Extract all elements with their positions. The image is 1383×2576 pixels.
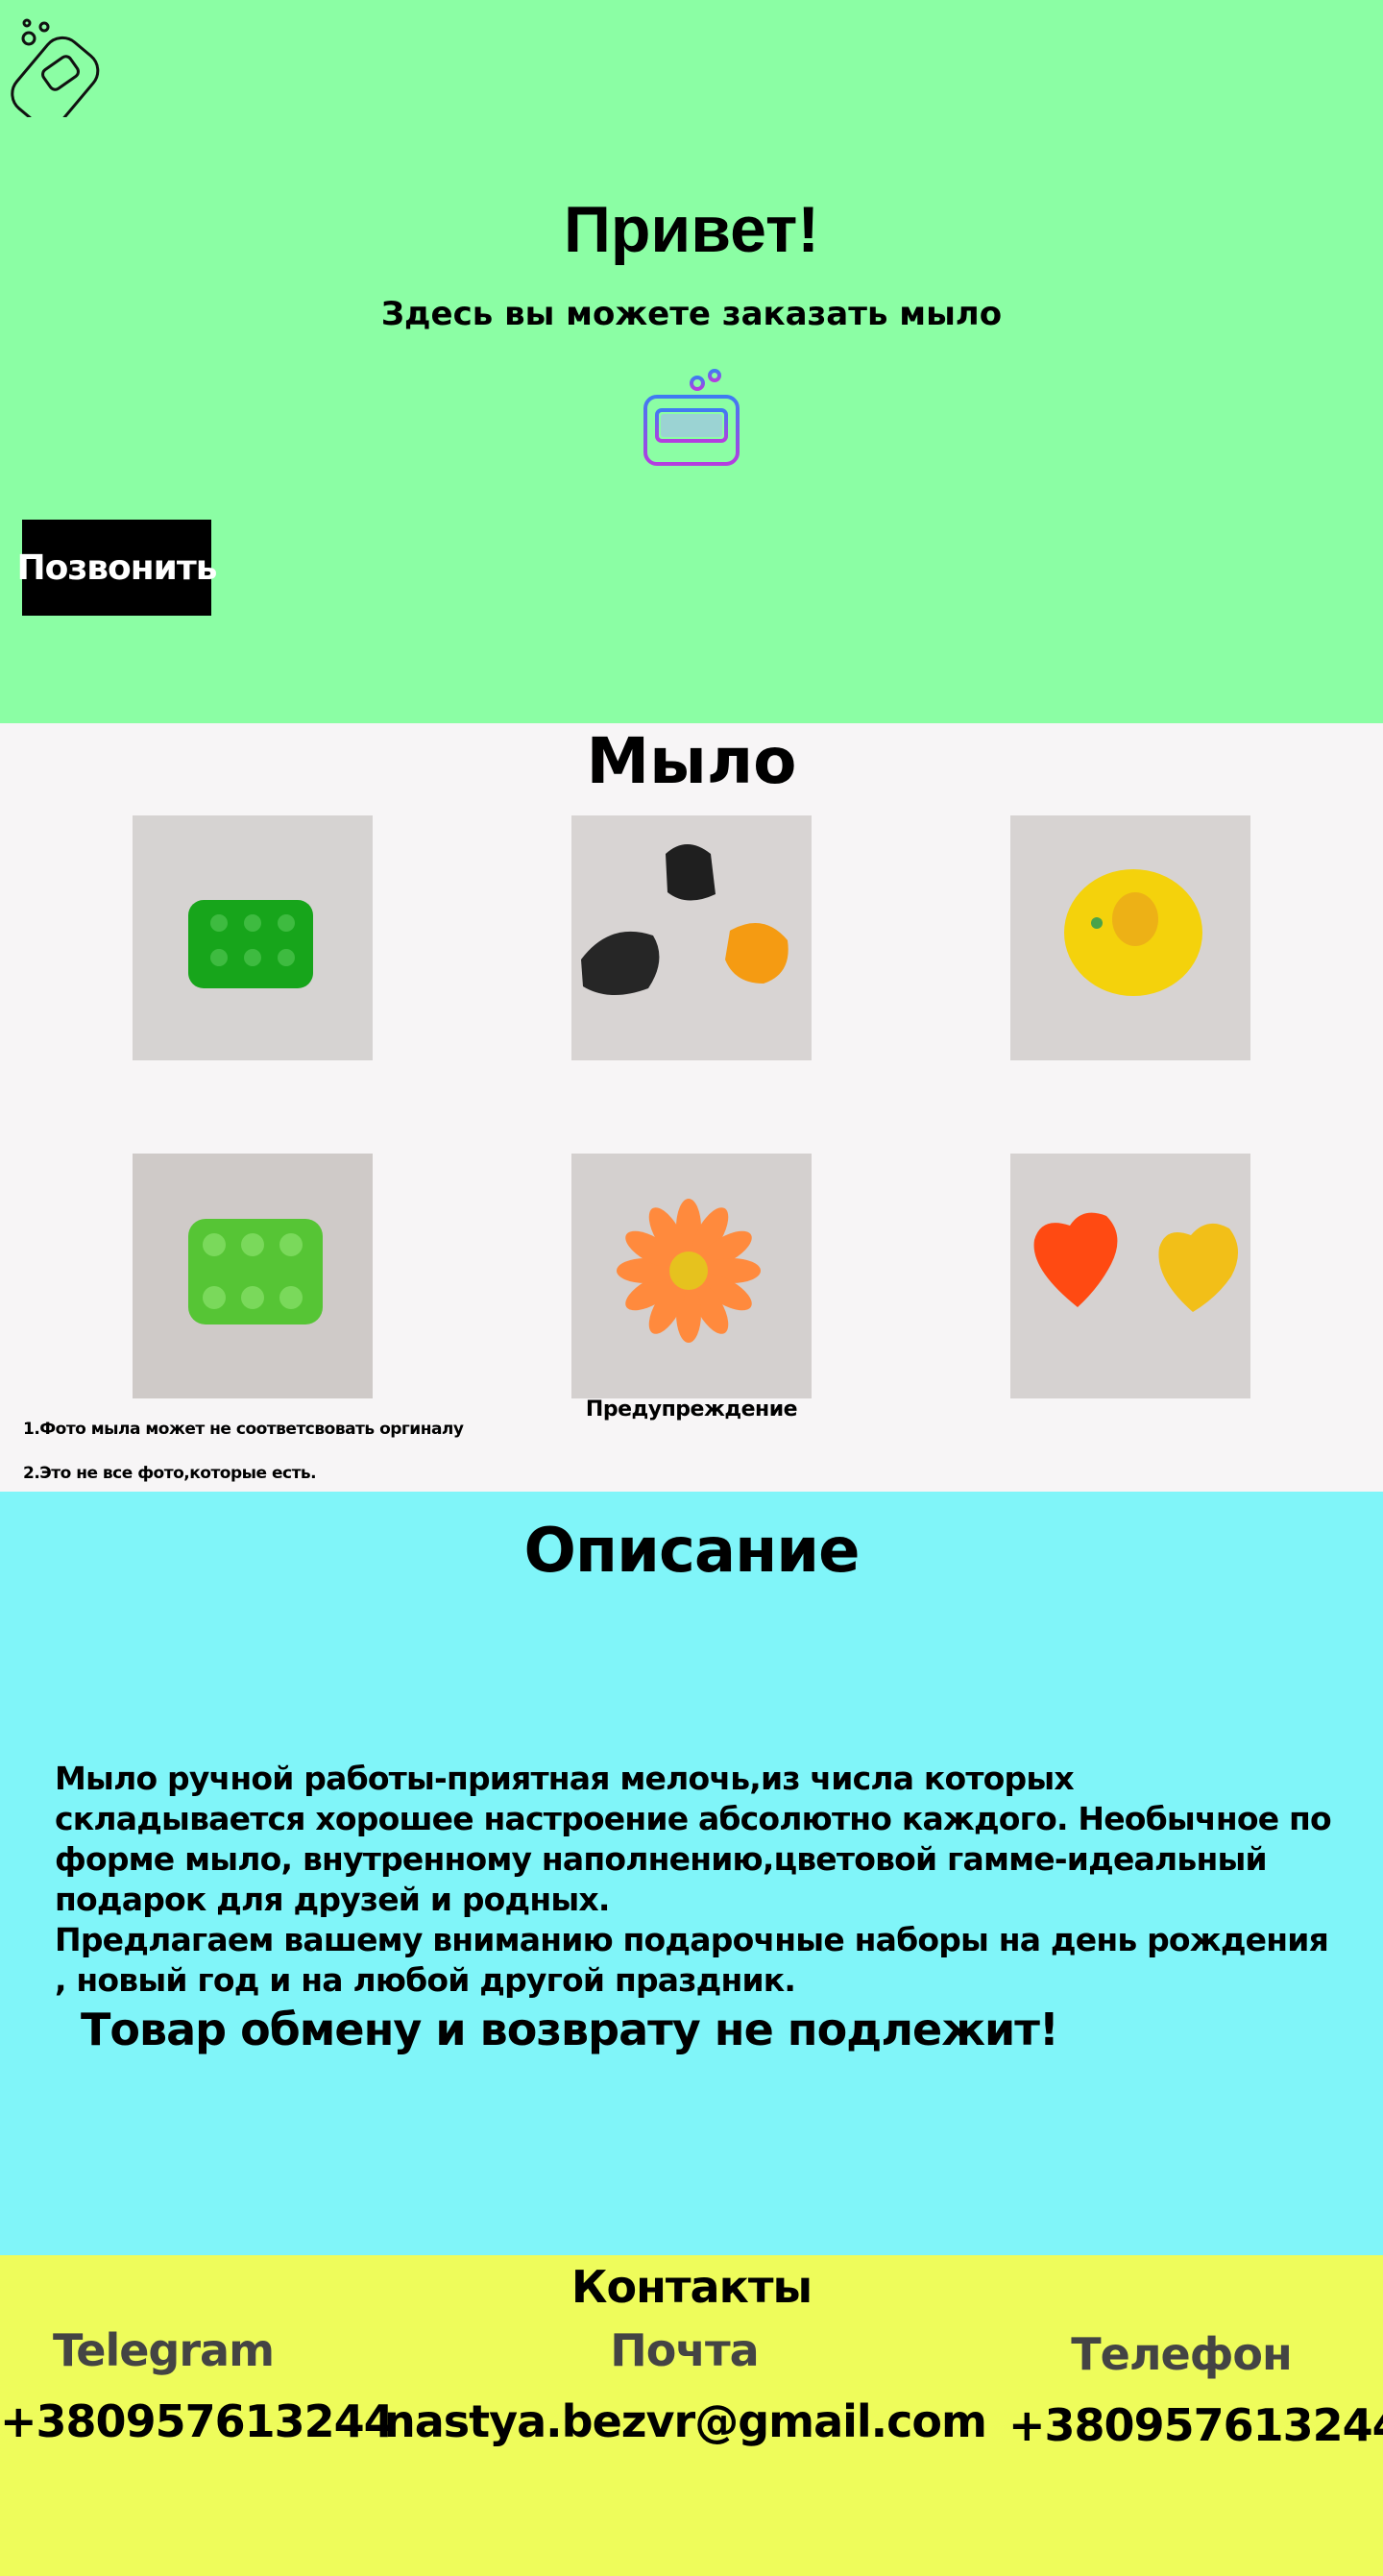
gallery-title: Мыло [586,724,797,798]
soap-photo-hearts [1010,1154,1250,1398]
warning-title: Предупреждение [585,1397,798,1422]
soap-photo-green-rectangle [133,815,373,1060]
soap-photo-yellow-round [1010,815,1250,1060]
soap-dish-icon [643,369,740,472]
soap-photo-black-orange [571,815,812,1060]
description-text: Мыло ручной работы-приятная мелочь,из чи… [55,1760,1332,1999]
description-section: Описание Мыло ручной работы-приятная мел… [0,1492,1383,2255]
hero-subtitle: Здесь вы можете заказать мыло [380,295,1003,333]
no-return-warning: Товар обмену и возврату не подлежит! [81,2004,1059,2055]
email-label: Почта [610,2324,759,2376]
note-1: 1.Фото мыла может не соответсвовать орги… [23,1420,464,1439]
email-link[interactable]: nastya.bezvr@gmail.com [384,2395,987,2447]
call-button[interactable]: Позвонить [16,520,218,616]
soap-photo-green-flowers [133,1154,373,1398]
phone-link[interactable]: +380957613244 [1008,2399,1383,2451]
hero-section: Привет! Здесь вы можете заказать мыло По… [0,0,1383,723]
soap-gallery-section: Мыло Предупреждение 1.Фото мыла может не… [0,723,1383,1492]
phone-label: Телефон [1071,2328,1293,2380]
telegram-label: Telegram [52,2324,275,2376]
description-title: Описание [523,1516,860,1587]
hero-title: Привет! [564,193,819,266]
soap-photo-orange-daisy [571,1154,812,1398]
telegram-phone-link[interactable]: +380957613244 [0,2395,395,2447]
note-2: 2.Это не все фото,которые есть. [23,1464,317,1483]
contacts-section: Контакты Telegram +380957613244 Почта na… [0,2255,1383,2576]
contacts-title: Контакты [570,2261,813,2313]
soap-logo-icon [11,18,100,117]
